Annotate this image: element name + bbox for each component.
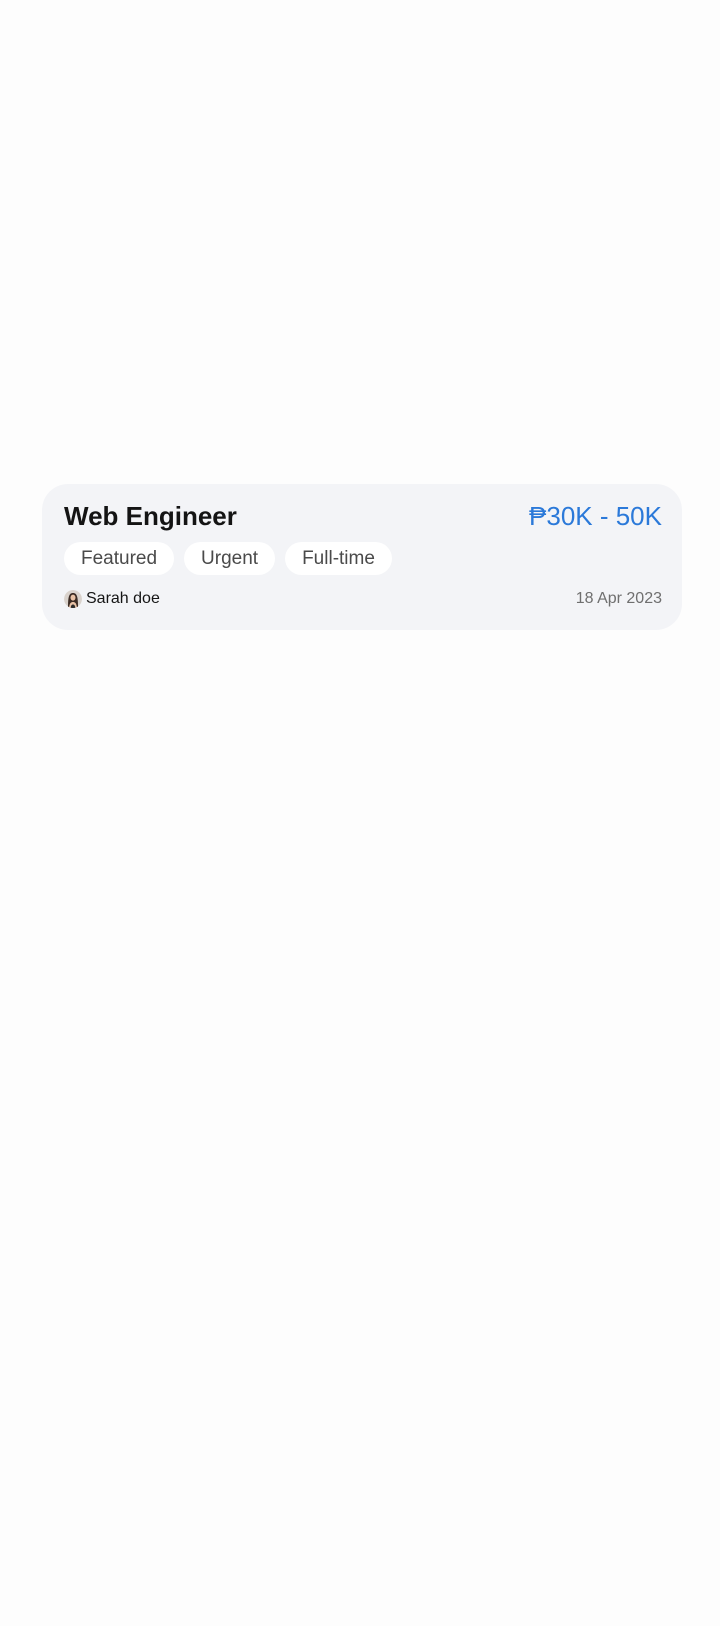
user-avatar-icon	[64, 590, 82, 608]
tag-urgent: Urgent	[184, 542, 276, 575]
posted-date: 18 Apr 2023	[575, 590, 662, 607]
job-title: Web Engineer	[64, 501, 237, 531]
job-card[interactable]: Web Engineer ₱30K - 50K Featured Urgent …	[42, 484, 682, 630]
tag-list: Featured Urgent Full-time	[64, 542, 392, 575]
poster-info: Sarah doe	[64, 589, 160, 609]
salary-range: ₱30K - 50K	[529, 501, 662, 531]
poster-name: Sarah doe	[86, 590, 160, 607]
tag-employment-type: Full-time	[285, 542, 392, 575]
page: { "job": { "title": "Web Engineer", "sal…	[0, 0, 720, 1626]
tag-featured: Featured	[64, 542, 175, 575]
